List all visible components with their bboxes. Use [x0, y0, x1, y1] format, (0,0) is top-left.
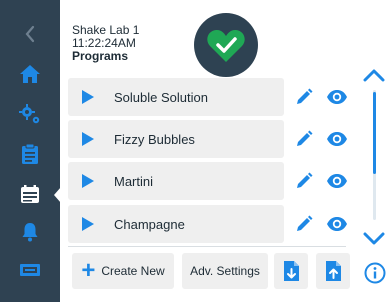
program-row-button[interactable]: Champagne: [68, 205, 284, 243]
program-row-button[interactable]: Martini: [68, 162, 284, 200]
bell-icon: [22, 223, 38, 242]
list-item: Soluble Solution: [68, 78, 348, 118]
export-button[interactable]: [316, 253, 350, 289]
program-row-button[interactable]: Fizzy Bubbles: [68, 120, 284, 158]
scrollbar-thumb[interactable]: [373, 92, 376, 174]
info-icon[interactable]: [364, 262, 386, 284]
pencil-edit-icon[interactable]: [294, 171, 314, 191]
import-button[interactable]: [274, 253, 308, 289]
scroll-down-chevron-icon[interactable]: [362, 226, 386, 250]
sidebar: [0, 0, 61, 302]
program-name: Martini: [114, 174, 154, 189]
sidebar-item-alerts[interactable]: [0, 212, 60, 252]
eye-view-icon[interactable]: [326, 215, 348, 233]
play-icon[interactable]: [82, 217, 94, 231]
scroll-up-chevron-icon[interactable]: [362, 64, 386, 88]
header-text: Shake Lab 1 11:22:24AM Programs: [72, 24, 139, 63]
program-name: Soluble Solution: [114, 90, 208, 105]
calendar-programs-icon: [21, 185, 39, 203]
sidebar-item-home[interactable]: [0, 54, 60, 94]
file-export-icon: [326, 261, 341, 281]
program-name: Champagne: [114, 217, 185, 232]
create-new-button[interactable]: + Create New: [72, 253, 174, 289]
back-chevron-icon: [25, 25, 35, 43]
program-row-button[interactable]: Soluble Solution: [68, 78, 284, 116]
list-item: Martini: [68, 162, 348, 202]
adv-settings-button[interactable]: Adv. Settings: [182, 253, 268, 289]
play-icon[interactable]: [82, 90, 94, 104]
heart-check-icon: [207, 29, 245, 62]
header: Shake Lab 1 11:22:24AM Programs: [60, 0, 392, 77]
bottom-toolbar: + Create New Adv. Settings: [68, 246, 350, 296]
program-name: Fizzy Bubbles: [114, 132, 195, 147]
page-title: Programs: [72, 49, 129, 63]
sidebar-item-programs[interactable]: [0, 174, 60, 214]
sidebar-item-clipboard[interactable]: [0, 134, 60, 174]
sidebar-item-settings[interactable]: [0, 94, 60, 134]
play-icon[interactable]: [82, 132, 94, 146]
list-item: Champagne: [68, 205, 348, 245]
list-item: Fizzy Bubbles: [68, 120, 348, 160]
adv-settings-label: Adv. Settings: [190, 264, 260, 278]
pencil-edit-icon[interactable]: [294, 214, 314, 234]
status-indicator[interactable]: [194, 13, 258, 77]
display-icon: [20, 264, 40, 276]
play-icon[interactable]: [82, 174, 94, 188]
plus-icon: +: [81, 257, 96, 284]
main-panel: Shake Lab 1 11:22:24AM Programs Soluble …: [60, 0, 392, 302]
file-import-icon: [284, 261, 299, 281]
eye-view-icon[interactable]: [326, 172, 348, 190]
settings-gears-icon: [19, 104, 40, 124]
back-button[interactable]: [0, 14, 60, 54]
pencil-edit-icon[interactable]: [294, 87, 314, 107]
clipboard-icon: [22, 143, 38, 164]
eye-view-icon[interactable]: [326, 130, 348, 148]
home-icon: [20, 65, 40, 83]
sidebar-item-display[interactable]: [0, 250, 60, 290]
eye-view-icon[interactable]: [326, 88, 348, 106]
pencil-edit-icon[interactable]: [294, 129, 314, 149]
create-new-label: Create New: [101, 264, 165, 278]
